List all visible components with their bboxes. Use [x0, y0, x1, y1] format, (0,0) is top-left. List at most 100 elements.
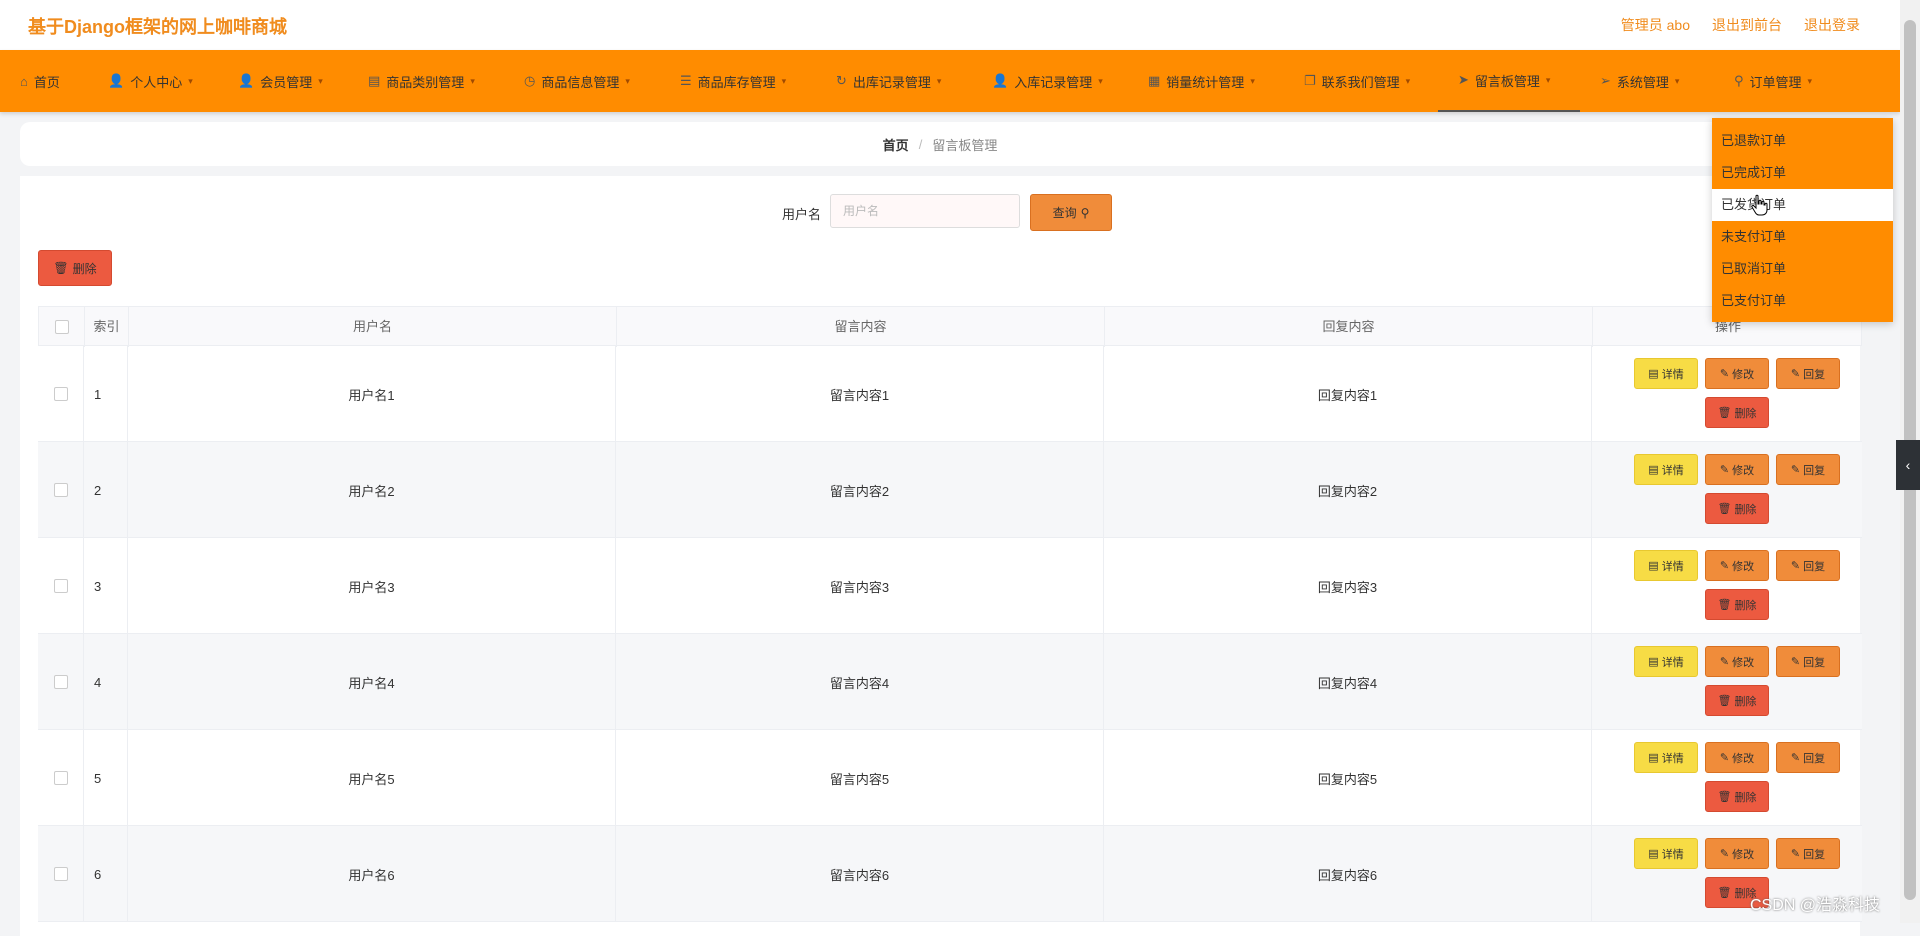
dropdown-item-shipped-orders[interactable]: 已发货订单: [1712, 189, 1893, 221]
delete-button[interactable]: 🗑 删除: [1705, 589, 1769, 620]
edit-button[interactable]: ✎ 修改: [1705, 742, 1769, 773]
detail-button[interactable]: ▤ 详情: [1634, 838, 1698, 869]
dropdown-item-completed-orders[interactable]: 已完成订单: [1712, 157, 1893, 189]
nav-item-inventory-management[interactable]: ☰ 商品库存管理 ▾: [680, 50, 786, 112]
delete-label: 删除: [1734, 695, 1757, 708]
side-panel-toggle[interactable]: ‹: [1896, 440, 1920, 490]
nav-item-outbound-records[interactable]: ↻ 出库记录管理 ▾: [836, 50, 941, 112]
pin-icon: ⚲: [1734, 73, 1744, 88]
site-title: 基于Django框架的网上咖啡商城: [28, 17, 287, 37]
row-select: [38, 346, 84, 442]
row-checkbox[interactable]: [53, 675, 68, 689]
table-row: 3 用户名3 留言内容3 回复内容3 ▤ 详情 ✎ 修改 ✎ 回复 🗑 删除: [38, 538, 1862, 634]
trash-icon: 🗑: [1717, 599, 1732, 611]
table-row: 5 用户名5 留言内容5 回复内容5 ▤ 详情 ✎ 修改 ✎ 回复 🗑 删除: [38, 730, 1862, 826]
row-checkbox[interactable]: [53, 867, 68, 881]
nav-item-member-management[interactable]: 👤 会员管理 ▾: [238, 50, 323, 112]
nav-item-sales-statistics[interactable]: ▦ 销量统计管理 ▾: [1148, 50, 1255, 112]
breadcrumb-separator: /: [918, 136, 923, 152]
detail-button[interactable]: ▤ 详情: [1634, 454, 1698, 485]
chevron-down-icon: ▾: [1405, 75, 1411, 86]
delete-button[interactable]: 🗑 删除: [1705, 781, 1769, 812]
chevron-down-icon: ▾: [1098, 75, 1103, 86]
send-icon: ➢: [1600, 73, 1611, 88]
detail-button[interactable]: ▤ 详情: [1634, 742, 1698, 773]
cell-index: 1: [84, 346, 128, 442]
delete-label: 删除: [72, 261, 97, 276]
reply-button[interactable]: ✎ 回复: [1776, 646, 1840, 677]
nav-item-inbound-records[interactable]: 👤 入库记录管理 ▾: [992, 50, 1103, 112]
dropdown-item-unpaid-orders[interactable]: 未支付订单: [1712, 221, 1893, 253]
pencil-icon: ✎: [1790, 464, 1801, 476]
reply-label: 回复: [1803, 656, 1826, 669]
reply-button[interactable]: ✎ 回复: [1776, 454, 1840, 485]
row-checkbox[interactable]: [53, 771, 68, 785]
nav-label: 商品信息管理: [541, 74, 620, 90]
pencil-icon: ✎: [1790, 656, 1801, 668]
cell-index: 3: [84, 538, 128, 634]
delete-button[interactable]: 🗑 删除: [1705, 397, 1769, 428]
edit-button[interactable]: ✎ 修改: [1705, 454, 1769, 485]
trash-icon: 🗑: [1717, 503, 1732, 515]
batch-delete-button[interactable]: 🗑 删除: [38, 250, 112, 286]
reply-button[interactable]: ✎ 回复: [1776, 742, 1840, 773]
header-select-all: [39, 307, 85, 347]
admin-user-link[interactable]: 管理员 abo: [1621, 15, 1690, 35]
reply-button[interactable]: ✎ 回复: [1776, 838, 1840, 869]
cell-username: 用户名2: [128, 442, 616, 538]
reply-label: 回复: [1803, 464, 1826, 477]
delete-button[interactable]: 🗑 删除: [1705, 685, 1769, 716]
nav-item-home[interactable]: ⌂ 首页: [20, 50, 60, 112]
delete-button[interactable]: 🗑 删除: [1705, 493, 1769, 524]
table-row: 6 用户名6 留言内容6 回复内容6 ▤ 详情 ✎ 修改 ✎ 回复 🗑 删除: [38, 826, 1862, 922]
search-button[interactable]: 查询 ⚲: [1030, 194, 1112, 231]
hand-cursor-icon: [1751, 194, 1768, 216]
edit-button[interactable]: ✎ 修改: [1705, 550, 1769, 581]
nav-label: 系统管理: [1616, 74, 1669, 90]
nav-label: 商品类别管理: [386, 74, 465, 90]
nav-item-contact-us[interactable]: ❐ 联系我们管理 ▾: [1304, 50, 1410, 112]
dropdown-item-paid-orders[interactable]: 已支付订单: [1712, 285, 1893, 317]
search-button-label: 查询: [1052, 206, 1077, 220]
row-checkbox[interactable]: [53, 483, 68, 497]
nav-item-order-management[interactable]: ⚲ 订单管理 ▾: [1734, 50, 1812, 112]
clock-icon: ◷: [524, 73, 536, 88]
edit-button[interactable]: ✎ 修改: [1705, 358, 1769, 389]
breadcrumb-home[interactable]: 首页: [883, 135, 909, 154]
detail-button[interactable]: ▤ 详情: [1634, 646, 1698, 677]
back-to-front-link[interactable]: 退出到前台: [1712, 15, 1782, 35]
detail-label: 详情: [1661, 368, 1684, 381]
nav-item-product-info-management[interactable]: ◷ 商品信息管理 ▾: [524, 50, 630, 112]
reply-label: 回复: [1803, 752, 1826, 765]
order-management-dropdown: 已退款订单 已完成订单 已发货订单 未支付订单 已取消订单 已支付订单: [1712, 118, 1893, 322]
row-select: [38, 442, 84, 538]
dropdown-item-refunded-orders[interactable]: 已退款订单: [1712, 125, 1893, 157]
cell-username: 用户名5: [128, 730, 616, 826]
row-select: [38, 634, 84, 730]
nav-item-message-board[interactable]: ➤ 留言板管理 ▾: [1438, 50, 1580, 112]
reply-button[interactable]: ✎ 回复: [1776, 550, 1840, 581]
top-links: 管理员 abo 退出到前台 退出登录: [1621, 15, 1860, 35]
pencil-icon: ✎: [1719, 752, 1730, 764]
reply-button[interactable]: ✎ 回复: [1776, 358, 1840, 389]
row-checkbox[interactable]: [53, 387, 68, 401]
chevron-down-icon: ▾: [625, 75, 630, 86]
row-actions: ▤ 详情 ✎ 修改 ✎ 回复 🗑 删除: [1634, 634, 1862, 730]
detail-button[interactable]: ▤ 详情: [1634, 358, 1698, 389]
edit-button[interactable]: ✎ 修改: [1705, 646, 1769, 677]
dropdown-item-cancelled-orders[interactable]: 已取消订单: [1712, 253, 1893, 285]
nav-item-system-management[interactable]: ➢ 系统管理 ▾: [1600, 50, 1679, 112]
detail-button[interactable]: ▤ 详情: [1634, 550, 1698, 581]
table-header: 索引 用户名 留言内容 回复内容 操作: [38, 306, 1862, 347]
nav-label: 联系我们管理: [1321, 74, 1400, 90]
document-icon: ▤: [1648, 656, 1659, 668]
edit-label: 修改: [1732, 656, 1755, 669]
nav-item-personal-center[interactable]: 👤 个人中心 ▾: [108, 50, 193, 112]
reply-label: 回复: [1803, 560, 1826, 573]
logout-link[interactable]: 退出登录: [1804, 15, 1860, 35]
username-search-input[interactable]: [830, 194, 1020, 228]
select-all-checkbox[interactable]: [54, 320, 69, 334]
row-checkbox[interactable]: [53, 579, 68, 593]
nav-item-category-management[interactable]: ▤ 商品类别管理 ▾: [368, 50, 475, 112]
edit-button[interactable]: ✎ 修改: [1705, 838, 1769, 869]
